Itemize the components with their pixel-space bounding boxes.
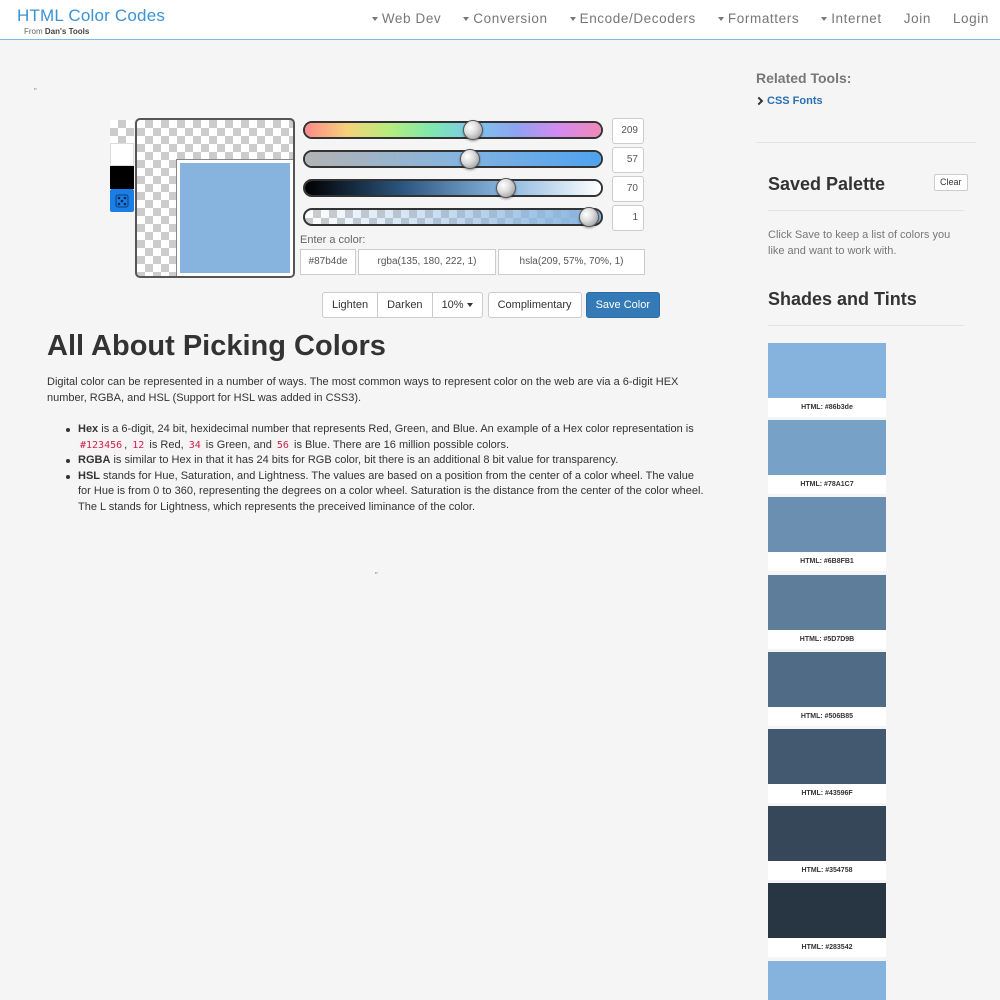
hsla-input[interactable]: hsla(209, 57%, 70%, 1) [498,249,645,275]
nav-encode-decoders[interactable]: Encode/Decoders [569,11,696,26]
shade-color-block[interactable] [768,806,886,862]
alpha-slider[interactable] [303,207,603,227]
hue-slider-thumb[interactable] [463,120,483,140]
save-color-button[interactable]: Save Color [585,292,660,318]
shade-color-block[interactable] [768,651,886,707]
shade-color-block[interactable] [768,960,886,1000]
color-actions: Lighten Darken 10% Complimentary Save Co… [322,292,660,318]
nav-conversion[interactable]: Conversion [463,11,547,26]
article-title: All About Picking Colors [47,330,386,362]
color-format-list: Hex is a 6-digit, 24 bit, hexidecimal nu… [66,422,708,516]
ad-marker: „ [375,566,378,575]
alpha-input[interactable]: 1 [612,205,644,231]
saturation-slider[interactable] [303,149,603,169]
shade-swatch[interactable]: HTML: #354758 [768,806,886,881]
shade-label: HTML: #283542 [801,944,853,952]
shade-swatch[interactable]: HTML: #43596F [768,729,886,803]
shade-color-block[interactable] [768,420,886,476]
brand-subtitle: From Dan's Tools [24,27,90,36]
lightness-input[interactable]: 70 [612,176,644,202]
shade-swatch[interactable]: HTML: #86b3de [768,343,886,417]
related-tools-title: Related Tools: [756,70,852,86]
step-dropdown[interactable]: 10% [431,292,483,318]
saved-palette-title: Saved Palette [768,174,886,194]
nav-internet[interactable]: Internet [821,11,882,26]
shade-color-block[interactable] [768,574,886,630]
shade-label: HTML: #506B85 [800,712,854,720]
main-nav: Web Dev Conversion Encode/Decoders Forma… [350,11,989,26]
alpha-track [305,210,601,224]
shade-color-block[interactable] [768,497,886,553]
shade-swatch[interactable]: HTML: #506B85 [768,651,886,726]
ad-marker: „ [34,82,37,91]
shade-label: HTML: #43596F [801,790,853,797]
shade-swatch[interactable]: HTML: #6B8FB1 [768,497,886,572]
dice-icon [115,194,129,207]
shade-label: HTML: #354758 [801,867,853,875]
chevron-right-icon [754,96,764,106]
darken-button[interactable]: Darken [377,292,433,318]
list-item: RGBA is similar to Hex in that it has 24… [66,453,708,469]
complimentary-button[interactable]: Complimentary [487,292,582,318]
article-intro: Digital color can be represented in a nu… [47,376,679,404]
color-preview [135,118,295,278]
caret-down-icon [717,17,724,21]
hue-track [305,123,601,137]
nav-login[interactable]: Login [953,11,989,26]
divider [756,142,976,143]
lightness-slider[interactable] [303,178,603,198]
related-link-css-fonts[interactable]: CSS Fonts [754,95,823,107]
caret-down-icon [463,17,470,21]
shade-swatch[interactable]: HTML: #78A1C7 [768,420,886,495]
transparent-swatch[interactable] [110,120,134,143]
hex-input[interactable]: #87b4de [300,249,356,275]
caret-down-icon [371,17,378,21]
list-item: HSL stands for Hue, Saturation, and Ligh… [66,469,708,516]
clear-palette-button[interactable]: Clear [934,174,968,191]
saved-palette-help: Click Save to keep a list of colors you … [768,229,951,257]
caret-down-icon [466,303,473,308]
saturation-slider-thumb[interactable] [460,149,480,169]
rgba-input[interactable]: rgba(135, 180, 222, 1) [358,249,496,275]
brand-title[interactable]: HTML Color Codes [17,6,165,26]
alpha-slider-thumb[interactable] [579,207,599,227]
shade-label: HTML: #86b3de [801,404,853,411]
nav-join[interactable]: Join [904,11,931,26]
lighten-button[interactable]: Lighten [322,292,379,318]
shade-label: HTML: #6B8FB1 [800,558,854,566]
brand[interactable]: HTML Color Codes From Dan's Tools [17,6,165,36]
caret-down-icon [569,17,576,21]
shade-color-block[interactable] [768,729,886,784]
shade-label: HTML: #5D7D9B [799,635,855,643]
white-swatch[interactable] [110,143,134,166]
shade-color-block[interactable] [768,883,886,939]
lightness-slider-thumb[interactable] [496,178,516,198]
shade-swatch[interactable]: HTML: #283542 [768,883,886,958]
divider [768,210,964,211]
nav-formatters[interactable]: Formatters [717,11,799,26]
shade-swatch[interactable]: HTML: #5D7D9B [768,574,886,649]
divider [768,325,964,326]
black-swatch[interactable] [110,166,134,189]
nav-web-dev[interactable]: Web Dev [371,11,441,26]
shade-swatch[interactable] [768,960,886,1000]
current-color-swatch [176,159,293,276]
list-item: Hex is a 6-digit, 24 bit, hexidecimal nu… [66,422,708,453]
shade-label: HTML: #78A1C7 [800,481,854,489]
hue-input[interactable]: 209 [612,118,644,144]
top-navbar: HTML Color Codes From Dan's Tools Web De… [0,0,1000,40]
random-color-button[interactable] [110,189,134,212]
hue-slider[interactable] [303,120,603,140]
enter-color-label: Enter a color: [300,234,366,246]
saturation-track [305,152,601,166]
saturation-input[interactable]: 57 [612,147,644,173]
shades-tints-title: Shades and Tints [768,289,917,309]
shade-color-block[interactable] [768,343,886,398]
caret-down-icon [821,17,828,21]
quick-swatch-column [110,120,134,212]
lightness-track [305,181,601,195]
